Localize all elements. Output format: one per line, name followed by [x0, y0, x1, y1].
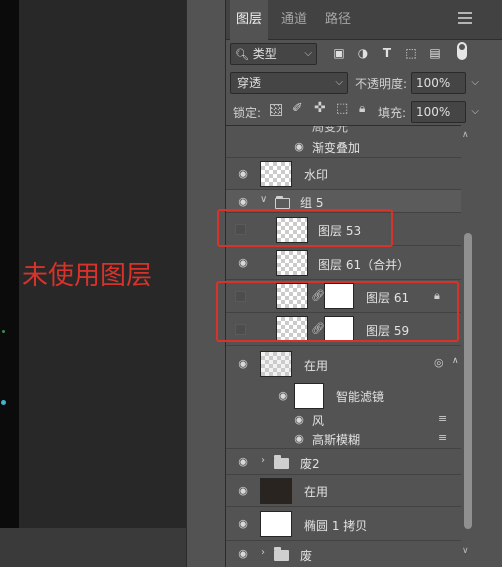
canvas-light-dot: [2, 330, 5, 333]
eye-icon[interactable]: ◉: [292, 432, 306, 446]
canvas-light-dot: [1, 400, 6, 405]
chevron-up-icon[interactable]: ∧: [452, 356, 459, 366]
eye-icon[interactable]: ◉: [236, 195, 250, 209]
layer-row[interactable]: ◉ 在用 ◎ ∧: [226, 347, 461, 381]
canvas-bottom-area: [0, 528, 186, 567]
eye-icon[interactable]: ◉: [236, 256, 250, 270]
opacity-input[interactable]: 100% ⌵: [411, 72, 479, 94]
lock-transparent-icon[interactable]: [270, 104, 282, 116]
filter-toggle-switch[interactable]: [457, 42, 467, 60]
chevron-down-icon: ⌵: [335, 77, 343, 88]
filter-name: 高斯模糊: [312, 433, 361, 447]
layer-name: 水印: [304, 168, 329, 182]
eye-icon[interactable]: ◉: [236, 547, 250, 561]
chevron-right-icon[interactable]: ›: [261, 455, 265, 466]
chevron-down-icon[interactable]: ⌵: [471, 73, 479, 93]
panel-menu-icon[interactable]: [458, 12, 472, 26]
filter-name: 智能滤镜: [336, 390, 385, 404]
layer-thumbnail: [260, 161, 292, 187]
chevron-down-icon: ⌵: [304, 48, 312, 59]
layer-row[interactable]: ◉ 水印: [226, 158, 461, 190]
filter-mask-thumbnail[interactable]: [294, 383, 324, 409]
move-icon[interactable]: ✜: [314, 100, 326, 116]
layer-effect-row[interactable]: ◉ 渐变叠加: [226, 136, 461, 158]
filter-options-icon[interactable]: ≡: [438, 412, 447, 425]
eye-icon[interactable]: ◉: [236, 484, 250, 498]
filter-row[interactable]: ◉ 风 ≡: [226, 411, 461, 429]
eye-icon[interactable]: ◉: [236, 167, 250, 181]
image-icon[interactable]: ▣: [330, 44, 348, 62]
opacity-value: 100%: [416, 76, 451, 90]
annotation-text: 未使用图层: [22, 261, 153, 291]
scroll-down-arrow[interactable]: ∨: [462, 546, 469, 556]
chevron-down-icon[interactable]: ∨: [260, 194, 267, 205]
chevron-right-icon[interactable]: ›: [261, 547, 265, 558]
tab-paths[interactable]: 路径: [318, 0, 358, 40]
smart-filter-row[interactable]: ◉ 智能滤镜: [226, 381, 461, 411]
fill-input[interactable]: 100% ⌵: [411, 101, 479, 123]
folder-open-icon: [275, 196, 290, 209]
blend-mode-select[interactable]: 穿透 ⌵: [230, 72, 348, 94]
fill-label: 填充:: [378, 106, 407, 120]
scrollbar-thumb[interactable]: [464, 233, 472, 529]
shape-thumbnail: [260, 511, 292, 537]
scroll-up-arrow[interactable]: ∧: [462, 130, 469, 140]
lock-icon[interactable]: 🔒︎: [359, 101, 365, 116]
layer-filter-select[interactable]: 🔍︎ 类型 ⌵: [230, 43, 317, 65]
fill-value: 100%: [416, 105, 451, 119]
layer-thumbnail: [260, 478, 292, 504]
smart-object-thumbnail: [260, 351, 292, 377]
eye-icon[interactable]: ◉: [236, 517, 250, 531]
layers-list: 局变光 ◉ 渐变叠加 ◉ 水印 ◉ ∨ 组 5 图层 53 ◉ 图层 61（合并…: [226, 125, 461, 567]
eye-icon[interactable]: ◉: [292, 413, 306, 427]
artboard-icon[interactable]: ⬚: [336, 101, 348, 116]
eye-icon[interactable]: ◉: [276, 389, 290, 403]
effect-name: 局变光: [312, 125, 349, 134]
filter-type-value: 类型: [252, 47, 277, 61]
layer-name: 废2: [300, 457, 320, 471]
filter-name: 风: [312, 414, 325, 428]
layer-row[interactable]: ◉ 在用: [226, 475, 461, 507]
layer-name: 在用: [304, 485, 329, 499]
chevron-down-icon[interactable]: ⌵: [471, 102, 479, 122]
eye-icon[interactable]: ◉: [236, 357, 250, 371]
tab-layers[interactable]: 图层: [230, 0, 268, 40]
layer-row[interactable]: ◉ 图层 61（合并）: [226, 246, 461, 280]
opacity-label: 不透明度:: [355, 77, 408, 91]
lock-label: 锁定:: [233, 106, 262, 120]
text-icon[interactable]: T: [378, 44, 396, 62]
tab-channels[interactable]: 通道: [274, 0, 314, 40]
smart-filter-icon[interactable]: ◎: [434, 356, 444, 369]
layer-group-row[interactable]: ◉ › 废2: [226, 449, 461, 475]
eye-icon[interactable]: ◉: [292, 140, 306, 154]
brush-icon[interactable]: ✐: [292, 101, 303, 116]
canvas-image: [0, 0, 19, 528]
filter-row[interactable]: ◉ 高斯模糊 ≡: [226, 429, 461, 449]
highlight-box: [216, 281, 459, 342]
layer-name: 在用: [304, 359, 329, 373]
folder-icon: [274, 547, 289, 561]
circle-half-icon[interactable]: ◑: [354, 44, 372, 62]
layer-thumbnail: [276, 250, 308, 276]
smart-object-icon[interactable]: ▤: [426, 44, 444, 62]
folder-icon: [274, 455, 289, 469]
eye-icon[interactable]: ◉: [236, 455, 250, 469]
layer-row[interactable]: ◉ 椭圆 1 拷贝: [226, 507, 461, 541]
effect-name: 渐变叠加: [312, 141, 361, 155]
transform-icon[interactable]: ⬚: [402, 44, 420, 62]
layer-group-row[interactable]: ◉ › 废: [226, 541, 461, 567]
layer-name: 图层 61（合并）: [318, 258, 410, 272]
layer-name: 椭圆 1 拷贝: [304, 519, 368, 533]
layer-name: 废: [300, 549, 313, 563]
search-icon: 🔍︎: [235, 48, 249, 61]
blend-mode-value: 穿透: [237, 76, 262, 90]
filter-options-icon[interactable]: ≡: [438, 431, 447, 444]
layer-effect-row[interactable]: 局变光: [226, 125, 461, 136]
highlight-box: [217, 209, 393, 247]
